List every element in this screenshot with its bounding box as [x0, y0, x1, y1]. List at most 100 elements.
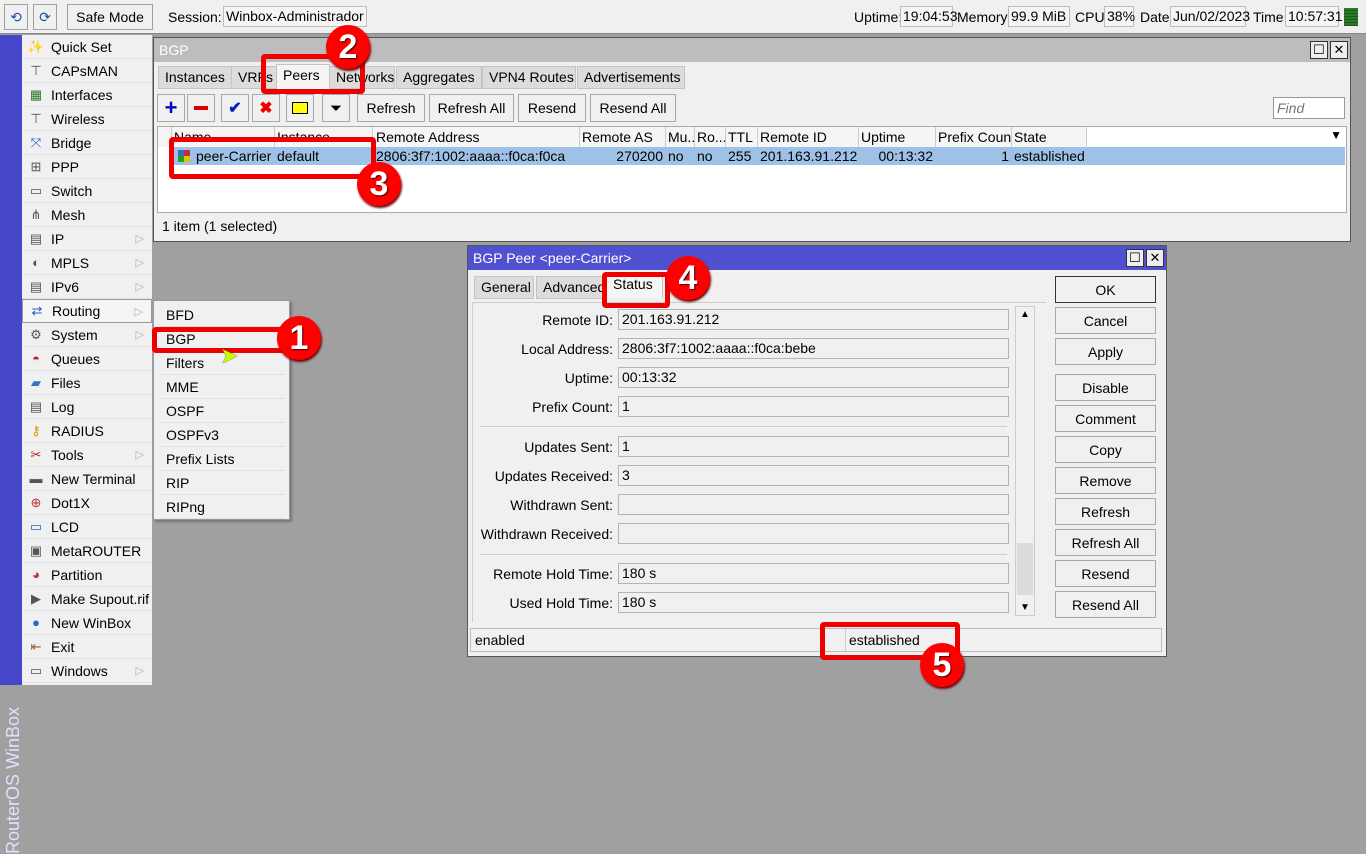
sidebar-item-bridge[interactable]: ⤧ Bridge: [22, 131, 152, 155]
panel-scrollbar[interactable]: ▲ ▼: [1015, 306, 1035, 616]
filter-button[interactable]: ⏷: [322, 94, 350, 122]
dialog-tab-advanced[interactable]: Advanced: [536, 276, 606, 299]
sidebar-item-metarouter[interactable]: ▣ MetaROUTER: [22, 539, 152, 563]
column-header-remote-address[interactable]: Remote Address: [374, 127, 580, 147]
sidebar-item-system[interactable]: ⚙ System ▷: [22, 323, 152, 347]
sidebar-item-radius[interactable]: ⚷ RADIUS: [22, 419, 152, 443]
sidebar-item-new-winbox[interactable]: ● New WinBox: [22, 611, 152, 635]
submenu-item-ospf[interactable]: OSPF: [160, 399, 285, 423]
remove-button[interactable]: [187, 94, 215, 122]
column-header-uptime[interactable]: Uptime: [859, 127, 936, 147]
column-header-ro-[interactable]: Ro...: [695, 127, 726, 147]
tab-instances[interactable]: Instances: [158, 66, 234, 89]
sidebar-item-switch[interactable]: ▭ Switch: [22, 179, 152, 203]
tab-vpn4-routes[interactable]: VPN4 Routes: [482, 66, 576, 89]
maximize-button[interactable]: ☐: [1126, 249, 1144, 267]
refresh-button[interactable]: Refresh: [357, 94, 425, 122]
updates-received-field: 3: [618, 465, 1009, 486]
sidebar-item-label: Files: [51, 374, 81, 391]
bridge-icon: ⤧: [30, 134, 42, 150]
used-hold-time-field: 180 s: [618, 592, 1009, 613]
sidebar-item-queues[interactable]: ◓ Queues: [22, 347, 152, 371]
resend-all-button[interactable]: Resend All: [590, 94, 676, 122]
withdrawn-received-field: [618, 523, 1009, 544]
redo-button[interactable]: ⟳: [33, 4, 57, 30]
refresh-button[interactable]: Refresh: [1055, 498, 1156, 525]
column-menu-icon[interactable]: ▼: [1330, 128, 1342, 142]
column-header-remote-as[interactable]: Remote AS: [580, 127, 666, 147]
sidebar-item-lcd[interactable]: ▭ LCD: [22, 515, 152, 539]
close-button[interactable]: ✕: [1146, 249, 1164, 267]
sidebar-item-ipv6[interactable]: ▤ IPv6 ▷: [22, 275, 152, 299]
sidebar-item-files[interactable]: ▰ Files: [22, 371, 152, 395]
cancel-button[interactable]: Cancel: [1055, 307, 1156, 334]
find-input[interactable]: [1273, 97, 1345, 119]
column-header-mu-[interactable]: Mu...: [666, 127, 695, 147]
submenu-arrow-icon: ▷: [135, 233, 144, 245]
sidebar-item-make-supout-rif[interactable]: ▶ Make Supout.rif: [22, 587, 152, 611]
sidebar-item-capsman[interactable]: ⊤ CAPsMAN: [22, 59, 152, 83]
maximize-button[interactable]: ☐: [1310, 41, 1328, 59]
dialog-tab-general[interactable]: General: [474, 276, 534, 299]
sidebar-item-wireless[interactable]: ⊤ Wireless: [22, 107, 152, 131]
column-header-prefix-count[interactable]: Prefix Count: [936, 127, 1012, 147]
enable-button[interactable]: ✔: [221, 94, 249, 122]
column-header-state[interactable]: State: [1012, 127, 1087, 147]
resend-all-button[interactable]: Resend All: [1055, 591, 1156, 618]
comment-button[interactable]: [286, 94, 314, 122]
column-header-ttl[interactable]: TTL: [726, 127, 758, 147]
copy-button[interactable]: Copy: [1055, 436, 1156, 463]
time-value: 10:57:31: [1285, 6, 1343, 27]
submenu-item-rip[interactable]: RIP: [160, 471, 285, 495]
sidebar-item-interfaces[interactable]: ▦ Interfaces: [22, 83, 152, 107]
sidebar-item-quick-set[interactable]: ✨ Quick Set: [22, 35, 152, 59]
scroll-thumb[interactable]: [1017, 543, 1033, 595]
refresh-all-button[interactable]: Refresh All: [1055, 529, 1156, 556]
scroll-up-icon[interactable]: ▲: [1020, 309, 1030, 320]
sidebar-item-partition[interactable]: ◕ Partition: [22, 563, 152, 587]
add-button[interactable]: +: [157, 94, 185, 122]
sidebar-item-dot1x[interactable]: ⊕ Dot1X: [22, 491, 152, 515]
resend-button[interactable]: Resend: [518, 94, 586, 122]
sidebar-item-mpls[interactable]: ◐ MPLS ▷: [22, 251, 152, 275]
submenu-item-ripng[interactable]: RIPng: [160, 495, 285, 519]
submenu-item-mme[interactable]: MME: [160, 375, 285, 399]
nic-icon: ▦: [29, 86, 43, 102]
brand-strip: RouterOS WinBox: [0, 35, 23, 854]
ok-button[interactable]: OK: [1055, 276, 1156, 303]
sidebar-item-windows[interactable]: ▭ Windows ▷: [22, 659, 152, 683]
sidebar-item-ppp[interactable]: ⊞ PPP: [22, 155, 152, 179]
apply-button[interactable]: Apply: [1055, 338, 1156, 365]
submenu-item-ospfv3[interactable]: OSPFv3: [160, 423, 285, 447]
sidebar-item-routing[interactable]: ⇄ Routing ▷: [22, 299, 152, 323]
disable-button[interactable]: ✖: [252, 94, 280, 122]
sidebar-item-label: MetaROUTER: [51, 542, 142, 559]
sidebar-item-label: Quick Set: [51, 38, 112, 55]
sidebar-item-mesh[interactable]: ⋔ Mesh: [22, 203, 152, 227]
remove-button[interactable]: Remove: [1055, 467, 1156, 494]
cell-ttl: 255: [728, 148, 752, 164]
submenu-item-bfd[interactable]: BFD: [160, 303, 285, 327]
dialog-titlebar[interactable]: BGP Peer <peer-Carrier> ☐ ✕: [468, 246, 1166, 270]
disable-button[interactable]: Disable: [1055, 374, 1156, 401]
safe-mode-button[interactable]: Safe Mode: [67, 4, 153, 30]
remote-id-label: Remote ID:: [542, 312, 613, 328]
comment-button[interactable]: Comment: [1055, 405, 1156, 432]
sidebar-item-log[interactable]: ▤ Log: [22, 395, 152, 419]
tab-aggregates[interactable]: Aggregates: [396, 66, 482, 89]
sidebar-item-tools[interactable]: ✂ Tools ▷: [22, 443, 152, 467]
mpls-icon: ◐: [32, 255, 40, 270]
undo-button[interactable]: ⟲: [4, 4, 28, 30]
tab-advertisements[interactable]: Advertisements: [577, 66, 685, 89]
antenna-icon: ⊤: [30, 110, 42, 126]
sidebar-item-new-terminal[interactable]: ▬ New Terminal: [22, 467, 152, 491]
sidebar-item-exit[interactable]: ⇤ Exit: [22, 635, 152, 659]
resend-button[interactable]: Resend: [1055, 560, 1156, 587]
remote-hold-time-field: 180 s: [618, 563, 1009, 584]
refresh-all-button[interactable]: Refresh All: [429, 94, 514, 122]
scroll-down-icon[interactable]: ▼: [1020, 602, 1030, 613]
sidebar-item-ip[interactable]: ▤ IP ▷: [22, 227, 152, 251]
submenu-item-prefix-lists[interactable]: Prefix Lists: [160, 447, 285, 471]
close-button[interactable]: ✕: [1330, 41, 1348, 59]
column-header-remote-id[interactable]: Remote ID: [758, 127, 859, 147]
